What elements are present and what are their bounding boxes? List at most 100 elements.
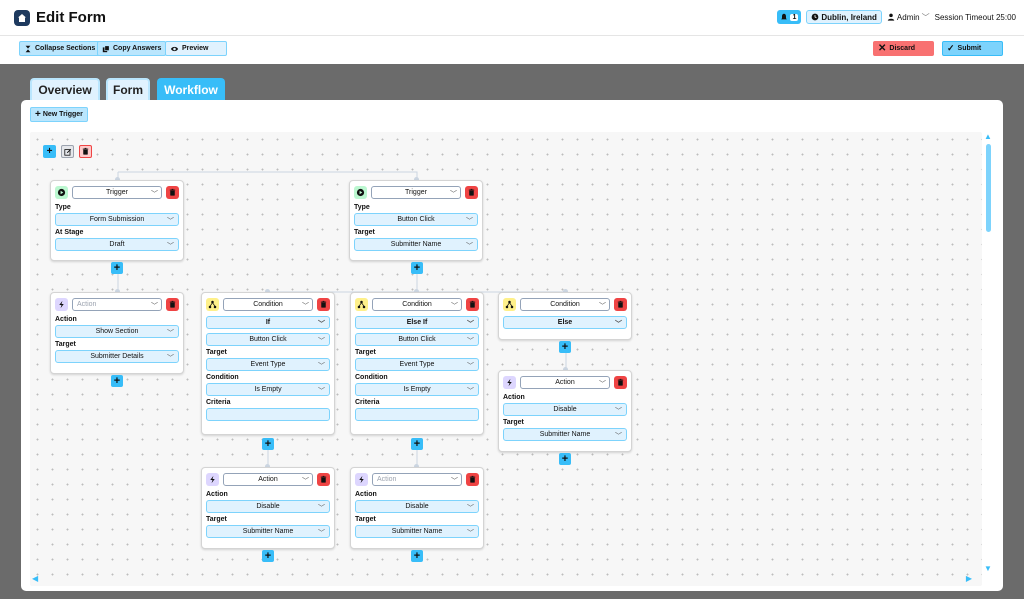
add-step-button[interactable]: +: [411, 438, 423, 450]
target-select[interactable]: Submitter Details ﹀: [55, 350, 179, 363]
target-select[interactable]: Event Type ﹀: [206, 358, 330, 371]
add-step-button[interactable]: +: [559, 453, 571, 465]
action-select[interactable]: Disable ﹀: [503, 403, 627, 416]
add-node-button[interactable]: +: [43, 145, 56, 158]
add-step-button[interactable]: +: [411, 262, 423, 274]
notification-button[interactable]: 1: [777, 10, 802, 24]
user-menu[interactable]: Admin ﹀: [887, 12, 930, 23]
target-select[interactable]: Submitter Name ﹀: [355, 525, 479, 538]
submit-button[interactable]: ✓ Submit: [942, 41, 1003, 56]
delete-node-button[interactable]: [465, 185, 478, 199]
scrollbar-thumb[interactable]: [986, 144, 991, 232]
delete-node-button[interactable]: [466, 472, 479, 486]
home-icon[interactable]: [14, 9, 30, 26]
target-select[interactable]: Event Type ﹀: [355, 358, 479, 371]
node-type-select[interactable]: Trigger ﹀: [371, 185, 461, 199]
node-type-select[interactable]: Condition ﹀: [372, 297, 462, 311]
tab-workflow[interactable]: Workflow: [157, 78, 225, 100]
trigger-card: Trigger ﹀ Type Form Submission ﹀ At Stage …: [50, 180, 184, 261]
node-type-select[interactable]: Condition ﹀: [520, 297, 610, 311]
scroll-up-icon[interactable]: ▲: [984, 132, 992, 141]
add-step-button[interactable]: +: [262, 438, 274, 450]
condition-select[interactable]: Is Empty ﹀: [355, 383, 479, 396]
collapse-sections-label: Collapse Sections: [35, 45, 96, 52]
trigger-type-select[interactable]: Button Click ﹀: [354, 213, 478, 226]
trigger-type-select[interactable]: Form Submission ﹀: [55, 213, 179, 226]
criteria-input[interactable]: [206, 408, 330, 421]
edit-button[interactable]: [61, 145, 74, 158]
field-label: At Stage: [55, 229, 84, 236]
add-step-button[interactable]: +: [411, 550, 423, 562]
plus-icon: +: [413, 549, 421, 562]
action-card: Action ﹀ Action Disable ﹀ Target Submitter…: [350, 467, 484, 549]
node-type-select[interactable]: Action ﹀: [372, 472, 462, 486]
check-icon: ✓: [947, 43, 955, 53]
field-label: Target: [206, 516, 227, 523]
scroll-right-icon[interactable]: ▶: [966, 574, 972, 583]
branch-icon: [355, 297, 368, 311]
node-type-select[interactable]: Condition ﹀: [223, 297, 313, 311]
delete-node-button[interactable]: [166, 185, 179, 199]
delete-node-button[interactable]: [614, 297, 627, 311]
delete-node-button[interactable]: [317, 297, 330, 311]
close-icon: ✕: [878, 42, 887, 54]
event-select[interactable]: Button Click ﹀: [355, 333, 479, 346]
add-step-button[interactable]: +: [262, 550, 274, 562]
scroll-left-icon[interactable]: ◀: [32, 574, 38, 583]
delete-node-button[interactable]: [614, 375, 627, 389]
trash-icon: [468, 475, 477, 484]
user-icon: [887, 13, 895, 21]
vertical-scrollbar[interactable]: ▲ ▼: [983, 132, 993, 586]
action-card: Action ﹀ Action Show Section ﹀ Target Subm…: [50, 292, 184, 374]
node-type-select[interactable]: Action ﹀: [72, 297, 162, 311]
criteria-input[interactable]: [355, 408, 479, 421]
field-label: Target: [355, 516, 376, 523]
tab-form[interactable]: Form: [106, 78, 150, 100]
field-label: Criteria: [206, 399, 231, 406]
session-timeout: Session Timeout 25:00: [934, 12, 1016, 22]
plus-icon: +: [35, 109, 41, 120]
delete-node-button[interactable]: [466, 297, 479, 311]
stage-select[interactable]: Draft ﹀: [55, 238, 179, 251]
page-title-text: Edit Form: [36, 9, 106, 26]
workflow-canvas[interactable]: + Trigger ﹀ Type Form Submission ﹀ At Stag…: [30, 132, 982, 586]
event-select[interactable]: Button Click ﹀: [206, 333, 330, 346]
action-select[interactable]: Disable ﹀: [206, 500, 330, 513]
field-label: Type: [354, 204, 370, 211]
trash-icon: [168, 188, 177, 197]
copy-answers-label: Copy Answers: [113, 45, 162, 52]
tab-overview[interactable]: Overview: [30, 78, 100, 100]
discard-label: Discard: [889, 45, 916, 52]
edit-icon: [63, 148, 71, 156]
add-step-button[interactable]: +: [111, 375, 123, 387]
branch-select[interactable]: Else If ﹀: [355, 316, 479, 329]
trash-icon: [319, 300, 328, 309]
action-select[interactable]: Disable ﹀: [355, 500, 479, 513]
delete-node-button[interactable]: [166, 297, 179, 311]
node-type-select[interactable]: Trigger ﹀: [72, 185, 162, 199]
location-badge[interactable]: Dublin, Ireland: [806, 10, 882, 24]
action-select[interactable]: Show Section ﹀: [55, 325, 179, 338]
page-title: Edit Form: [14, 9, 106, 26]
delete-all-button[interactable]: [79, 145, 92, 158]
copy-answers-button[interactable]: Copy Answers: [97, 41, 167, 56]
add-step-button[interactable]: +: [559, 341, 571, 353]
scroll-down-icon[interactable]: ▼: [984, 564, 992, 573]
field-label: Action: [503, 394, 525, 401]
condition-select[interactable]: Is Empty ﹀: [206, 383, 330, 396]
target-select[interactable]: Submitter Name ﹀: [206, 525, 330, 538]
target-select[interactable]: Submitter Name ﹀: [503, 428, 627, 441]
collapse-sections-button[interactable]: Collapse Sections: [19, 41, 101, 56]
node-type-select[interactable]: Action ﹀: [223, 472, 313, 486]
branch-select[interactable]: If ﹀: [206, 316, 330, 329]
discard-button[interactable]: ✕ Discard: [873, 41, 934, 56]
delete-node-button[interactable]: [317, 472, 330, 486]
branch-select[interactable]: Else ﹀: [503, 316, 627, 329]
add-step-button[interactable]: +: [111, 262, 123, 274]
preview-button[interactable]: Preview: [165, 41, 227, 56]
new-trigger-button[interactable]: + New Trigger: [30, 107, 88, 122]
node-type-select[interactable]: Action ﹀: [520, 375, 610, 389]
target-select[interactable]: Submitter Name ﹀: [354, 238, 478, 251]
bolt-icon: [55, 297, 68, 311]
field-label: Action: [355, 491, 377, 498]
